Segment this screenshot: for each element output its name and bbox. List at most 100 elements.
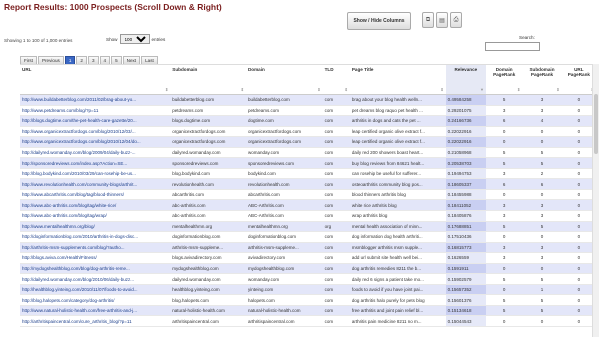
cell-domain-pagerank: 5 <box>486 157 523 169</box>
cell-url[interactable]: http://healthblog.yinteing.com/2010/11/0… <box>20 284 171 296</box>
cell-page-title: buy blog reviews from 84621 healt... <box>349 157 446 169</box>
cell-url[interactable]: http://arthritispaincentral.com/cure_art… <box>20 315 171 328</box>
cell-tld: com <box>322 231 350 243</box>
cell-url[interactable]: http://www.mentalhealthmn.org/blog/ <box>20 221 171 233</box>
cell-subdomain: organicextractfordogs.com <box>170 126 246 138</box>
table-row[interactable]: http://www.buildabetterblog.com/2011/02/… <box>20 94 596 106</box>
cell-relevance: 0.19494753 <box>445 168 487 180</box>
cell-page-title: msmblogger arthritis msm supple... <box>349 242 446 254</box>
cell-url[interactable]: http://blogs.dogtime.com/the-pet-health-… <box>20 115 171 127</box>
column-header-domain[interactable]: Domain ⇕ <box>245 64 323 95</box>
table-row[interactable]: http://www.abc-arthritis.com/blog/tag/wr… <box>20 210 596 222</box>
cell-url[interactable]: http://arthritis-msm-supplements.com/blo… <box>20 242 171 254</box>
table-row[interactable]: http://blogs.dogtime.com/the-pet-health-… <box>20 115 596 127</box>
cell-url[interactable]: http://www.organicextractfordogs.com/blo… <box>20 136 171 148</box>
column-header-subdomain-pagerank[interactable]: Subdomain PageRank ⇕ <box>522 64 562 95</box>
cell-url[interactable]: http://www.revolutionhealth.com/communit… <box>20 178 171 190</box>
cell-tld: com <box>322 136 350 148</box>
table-row[interactable]: http://arthritispaincentral.com/cure_art… <box>20 315 596 328</box>
cell-url[interactable]: http://sponsoredreviews.com/index.asp?Ac… <box>20 157 171 169</box>
table-row[interactable]: http://blog.bodykind.com/2010/03/29/can-… <box>20 168 596 180</box>
table-row[interactable]: http://www.mentalhealthmn.org/blog/menta… <box>20 221 596 233</box>
cell-url[interactable]: http://mydogshealthblog.com/blog/dog-art… <box>20 263 171 275</box>
column-header-subdomain[interactable]: Subdomain ⇕ <box>170 64 246 95</box>
cell-url[interactable]: http://www.buildabetterblog.com/2011/02/… <box>20 94 171 106</box>
search-input[interactable] <box>485 42 540 51</box>
table-row[interactable]: http://dailyred.womanday.com/blog/2010/0… <box>20 273 596 285</box>
cell-url-pagerank: 0 <box>561 157 596 169</box>
cell-url[interactable]: http://blog.halopets.com/category/dog-ar… <box>20 294 171 306</box>
table-row[interactable]: http://arthritis-msm-supplements.com/blo… <box>20 242 596 254</box>
cell-url[interactable]: http://dailyred.womanday.com/blog/2010/0… <box>20 273 171 285</box>
cell-subdomain-pagerank: 0 <box>522 315 562 328</box>
cell-subdomain: abc-arthritis.com <box>170 199 246 211</box>
table-row[interactable]: http://mydogshealthblog.com/blog/dog-art… <box>20 263 596 275</box>
cell-url[interactable]: http://www.abc-arthritis.com/blog/tag/wr… <box>20 210 171 222</box>
table-row[interactable]: http://www.abc-arthritis.com/blog/tag/wh… <box>20 199 596 211</box>
column-header-url[interactable]: URL ⇕ <box>20 64 171 95</box>
cell-url[interactable]: http://www.natural-holistic-health.com/f… <box>20 305 171 317</box>
cell-tld: com <box>322 305 350 317</box>
column-header-relevance[interactable]: Relevance ▼ <box>445 64 487 95</box>
cell-domain-pagerank: 5 <box>486 94 523 106</box>
table-row[interactable]: http://sponsoredreviews.com/index.asp?Ac… <box>20 157 596 169</box>
column-header-page-title[interactable]: Page Title ⇕ <box>349 64 446 95</box>
table-row[interactable]: http://healthblog.yinteing.com/2010/11/0… <box>20 284 596 296</box>
table-row[interactable]: http://www.abcarthritis.com/blog/tag/blo… <box>20 189 596 201</box>
cell-relevance: 0.18455988 <box>445 189 487 201</box>
entries-select[interactable]: 100 <box>119 34 150 44</box>
cell-url[interactable]: http://dailyred.womanday.com/blog/2009/0… <box>20 147 171 159</box>
cell-relevance: 0.49584258 <box>445 94 487 106</box>
cell-relevance: 0.15044543 <box>445 315 487 328</box>
cell-url-pagerank: 0 <box>561 252 596 264</box>
sort-icon: ▼ <box>480 87 485 92</box>
column-header-label: Subdomain PageRank <box>529 67 555 77</box>
column-header-domain-pagerank[interactable]: Domain PageRank ⇕ <box>486 64 523 95</box>
cell-url[interactable]: http://blogs.aviva.com/Health/Fitness/ <box>20 252 171 264</box>
table-row[interactable]: http://blogs.aviva.com/Health/Fitness/bl… <box>20 252 596 264</box>
cell-url[interactable]: http://blog.bodykind.com/2010/03/29/can-… <box>20 168 171 180</box>
cell-url-pagerank: 0 <box>561 284 596 296</box>
print-icon[interactable]: ⎙ <box>450 12 462 28</box>
column-header-url-pagerank[interactable]: URL PageRank⇕ <box>561 64 596 95</box>
table-row[interactable]: http://www.organicextractfordogs.com/blo… <box>20 136 596 148</box>
column-header-label: Domain <box>247 67 265 72</box>
cell-subdomain-pagerank: 5 <box>522 147 562 159</box>
cell-url[interactable]: http://www.petdreams.com/blog/?p=11 <box>20 105 171 117</box>
cell-subdomain-pagerank: 5 <box>522 157 562 169</box>
cell-url[interactable]: http://www.abcarthritis.com/blog/tag/blo… <box>20 189 171 201</box>
sort-icon: ⇕ <box>556 87 560 92</box>
cell-url[interactable]: http://www.abc-arthritis.com/blog/tag/wh… <box>20 199 171 211</box>
table-row[interactable]: http://www.petdreams.com/blog/?p=11 petdr… <box>20 105 596 117</box>
column-header-label: URL PageRank <box>567 67 590 77</box>
cell-subdomain-pagerank: 5 <box>522 221 562 233</box>
column-header-tld[interactable]: TLD ⇕ <box>322 64 350 95</box>
cell-domain-pagerank: 3 <box>486 252 523 264</box>
cell-relevance: 0.21058968 <box>445 147 487 159</box>
vertical-scrollbar[interactable] <box>592 64 599 337</box>
table-row[interactable]: http://doginformationblog.com/2010/arthr… <box>20 231 596 243</box>
cell-subdomain-pagerank: 6 <box>522 178 562 190</box>
sort-icon: ⇕ <box>516 87 521 92</box>
show-hide-columns-button[interactable]: Show / Hide Columns <box>347 12 411 30</box>
table-row[interactable]: http://dailyred.womanday.com/blog/2009/0… <box>20 147 596 159</box>
cell-domain: bodykind.com <box>245 168 323 180</box>
cell-url[interactable]: http://www.organicextractfordogs.com/blo… <box>20 126 171 138</box>
copy-icon[interactable]: ⧉ <box>422 12 434 28</box>
table-row[interactable]: http://www.revolutionhealth.com/communit… <box>20 178 596 190</box>
scroll-thumb[interactable] <box>594 94 598 154</box>
cell-url[interactable]: http://doginformationblog.com/2010/arthr… <box>20 231 171 243</box>
cell-domain: halopets.com <box>245 294 323 306</box>
table-row[interactable]: http://blog.halopets.com/category/dog-ar… <box>20 294 596 306</box>
table-row[interactable]: http://www.organicextractfordogs.com/blo… <box>20 126 596 138</box>
export-csv-icon[interactable]: ▤ <box>436 12 448 28</box>
cell-page-title: wrap arthritis blog <box>349 210 446 222</box>
cell-relevance: 0.18405876 <box>445 210 487 222</box>
cell-subdomain-pagerank: 5 <box>522 273 562 285</box>
cell-tld: com <box>322 126 350 138</box>
cell-relevance: 0.1591911 <box>445 263 487 275</box>
sort-icon: ⇕ <box>240 87 244 92</box>
table-row[interactable]: http://www.natural-holistic-health.com/f… <box>20 305 596 317</box>
cell-domain-pagerank: 0 <box>486 126 523 138</box>
cell-url-pagerank: 0 <box>561 105 596 117</box>
